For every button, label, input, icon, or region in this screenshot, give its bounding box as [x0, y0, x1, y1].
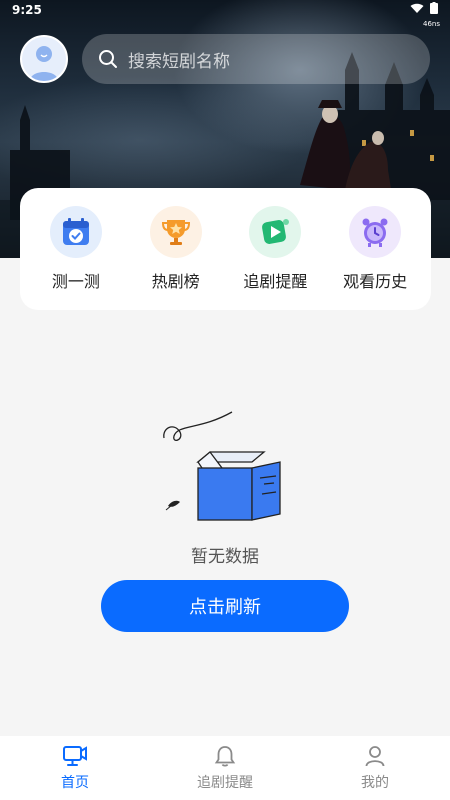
quick-item-hot-list[interactable]: 热剧榜 — [131, 206, 221, 292]
bottom-tabbar: 首页 追剧提醒 我的 — [0, 736, 450, 800]
tab-label-home: 首页 — [61, 775, 89, 791]
person-icon — [365, 746, 385, 767]
quick-label-hot-list: 热剧榜 — [151, 272, 200, 291]
quick-label-test: 测一测 — [51, 272, 100, 291]
status-time: 9:25 — [12, 3, 42, 17]
quick-item-test[interactable]: 测一测 — [31, 206, 121, 292]
quick-item-history[interactable]: 观看历史 — [330, 206, 420, 292]
quick-item-reminder[interactable]: 追剧提醒 — [230, 206, 320, 292]
calendar-check-icon — [49, 206, 102, 258]
status-bar: 9:25 46ns — [0, 0, 450, 28]
search-bar[interactable]: 搜索短剧名称 — [82, 34, 430, 84]
battery-icon — [430, 2, 438, 14]
trophy-icon — [149, 206, 202, 258]
tab-label-reminder: 追剧提醒 — [197, 775, 253, 791]
quick-menu-card: 测一测 热剧榜 追剧提醒 观看历史 — [20, 188, 431, 310]
refresh-button[interactable]: 点击刷新 — [101, 580, 349, 632]
avatar[interactable] — [20, 35, 68, 83]
quick-label-reminder: 追剧提醒 — [243, 272, 308, 291]
empty-state: 暂无数据 点击刷新 — [0, 410, 450, 640]
search-placeholder: 搜索短剧名称 — [128, 51, 230, 72]
tv-icon — [63, 746, 87, 766]
network-speed: 46ns — [423, 20, 440, 28]
quick-label-history: 观看历史 — [343, 272, 408, 291]
tab-mine[interactable]: 我的 — [320, 744, 430, 792]
empty-box-icon — [163, 411, 281, 521]
wifi-icon — [410, 3, 424, 13]
empty-message: 暂无数据 — [191, 547, 259, 567]
bell-icon — [214, 746, 236, 767]
alarm-clock-icon — [349, 206, 402, 258]
tab-label-mine: 我的 — [361, 775, 389, 791]
play-cube-icon — [249, 206, 302, 258]
default-avatar-icon — [30, 46, 58, 81]
tab-home[interactable]: 首页 — [20, 744, 130, 792]
status-icons — [410, 2, 438, 14]
tab-reminder[interactable]: 追剧提醒 — [170, 744, 280, 792]
search-icon — [99, 50, 117, 68]
